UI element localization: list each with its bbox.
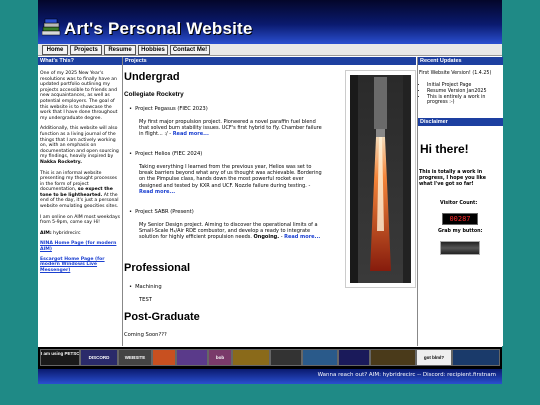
site-header: Art's Personal Website <box>38 0 502 44</box>
read-more-link[interactable]: Read more... <box>284 234 320 240</box>
undergrad-heading: Undergrad <box>124 71 180 83</box>
journal-paragraph: Additionally, this website will also fun… <box>40 126 119 165</box>
nav-contact[interactable]: Contact Me! <box>170 45 210 55</box>
contact-note: Wanna reach out? AIM: hybridrecirc -- Di… <box>317 372 496 378</box>
aim-online-paragraph: I am online on AIM most weekdays from 5-… <box>40 214 120 226</box>
informal-paragraph: This is an informal website presenting m… <box>40 170 119 210</box>
nav-home[interactable]: Home <box>42 45 68 55</box>
footer-badge[interactable] <box>452 349 500 366</box>
updates-list: Initial Project Page Resume Version Jan2… <box>419 83 503 106</box>
read-more-link[interactable]: Read more... <box>173 131 209 137</box>
site-button-badge[interactable] <box>440 241 480 255</box>
page-frame: Art's Personal Website Home Projects Res… <box>38 0 503 384</box>
intro-paragraph: One of my 2025 New Year's resolutions wa… <box>40 71 118 121</box>
post-graduate-heading: Post-Graduate <box>124 311 200 323</box>
petscan-badge[interactable]: I am using PETSCAN! <box>40 349 80 366</box>
project-pegasus-desc: My first major propulsion project. Pione… <box>139 119 322 138</box>
rocket-plume-image <box>345 70 416 288</box>
recent-updates-heading: Recent Updates <box>418 57 503 65</box>
footer-badge[interactable] <box>370 349 416 366</box>
aim-handle: AIM: hybridrecirc <box>40 230 81 236</box>
visitor-counter: 00287 <box>442 213 478 225</box>
left-sidebar: What's This? One of my 2025 New Year's r… <box>38 57 123 346</box>
right-sidebar: Recent Updates First Website Version! (1… <box>417 57 503 346</box>
nav-hobbies[interactable]: Hobbies <box>138 45 168 55</box>
disclaimer-heading: Disclaimer <box>418 118 503 126</box>
nav-resume[interactable]: Resume <box>104 45 136 55</box>
professional-heading: Professional <box>124 262 191 274</box>
collegiate-rocketry-heading: Collegiate Rocketry <box>124 91 184 98</box>
footer-badge[interactable] <box>302 349 338 366</box>
hi-there-heading: Hi there! <box>420 142 469 156</box>
nav-projects[interactable]: Projects <box>70 45 102 55</box>
contact-footer: Wanna reach out? AIM: hybridrecirc -- Di… <box>38 369 502 384</box>
footer-badge[interactable] <box>152 349 176 366</box>
left-panel-heading: What's This? <box>38 57 122 65</box>
project-helios-desc: Taking everything I learned from the pre… <box>139 164 322 195</box>
footer-badge[interactable]: bob <box>208 349 232 366</box>
got-html-badge[interactable]: got blml? <box>416 349 452 366</box>
visitor-count-label: Visitor Count: <box>440 201 478 206</box>
books-icon <box>42 18 61 36</box>
footer-badge[interactable] <box>232 349 270 366</box>
site-title: Art's Personal Website <box>64 19 253 38</box>
escargot-home-link[interactable]: Escargot Home Page (for modern Windows L… <box>40 257 120 274</box>
left-panel-body: One of my 2025 New Year's resolutions wa… <box>40 71 120 277</box>
website-badge[interactable]: WEBSITE <box>118 349 152 366</box>
top-nav: Home Projects Resume Hobbies Contact Me! <box>38 44 502 56</box>
coming-soon-text: Coming Soon??? <box>124 332 167 338</box>
footer-badge[interactable] <box>338 349 370 366</box>
machining-item: Machining <box>129 284 162 290</box>
project-sabr-title: Project SABR (Present) <box>129 209 194 215</box>
nina-home-link[interactable]: NINA Home Page (for modern AIM) <box>40 241 120 252</box>
update-item: This is entirely a work in progress :-) <box>427 95 503 107</box>
badge-strip: I am using PETSCAN! DISCORD WEBSITE bob … <box>38 347 502 369</box>
project-sabr-desc: My Senior Design project. Aiming to disc… <box>139 222 321 241</box>
test-label: TEST <box>139 297 152 303</box>
version-text: First Website Version! (1.4.25) <box>419 71 492 76</box>
projects-heading: Projects <box>123 57 416 65</box>
grab-button-label: Grab my button: <box>438 229 483 234</box>
footer-badge[interactable] <box>270 349 302 366</box>
disclaimer-text: This is totally a work in progress, I ho… <box>419 170 486 187</box>
project-pegasus-title: Project Pegasus (FIEC 2023) <box>129 106 208 112</box>
footer-badge[interactable] <box>176 349 208 366</box>
project-helios-title: Project Helios (FIEC 2024) <box>129 151 202 157</box>
projects-panel: Projects Undergrad Collegiate Rocketry P… <box>123 57 416 346</box>
read-more-link[interactable]: Read more... <box>139 189 175 195</box>
discord-badge[interactable]: DISCORD <box>80 349 118 366</box>
